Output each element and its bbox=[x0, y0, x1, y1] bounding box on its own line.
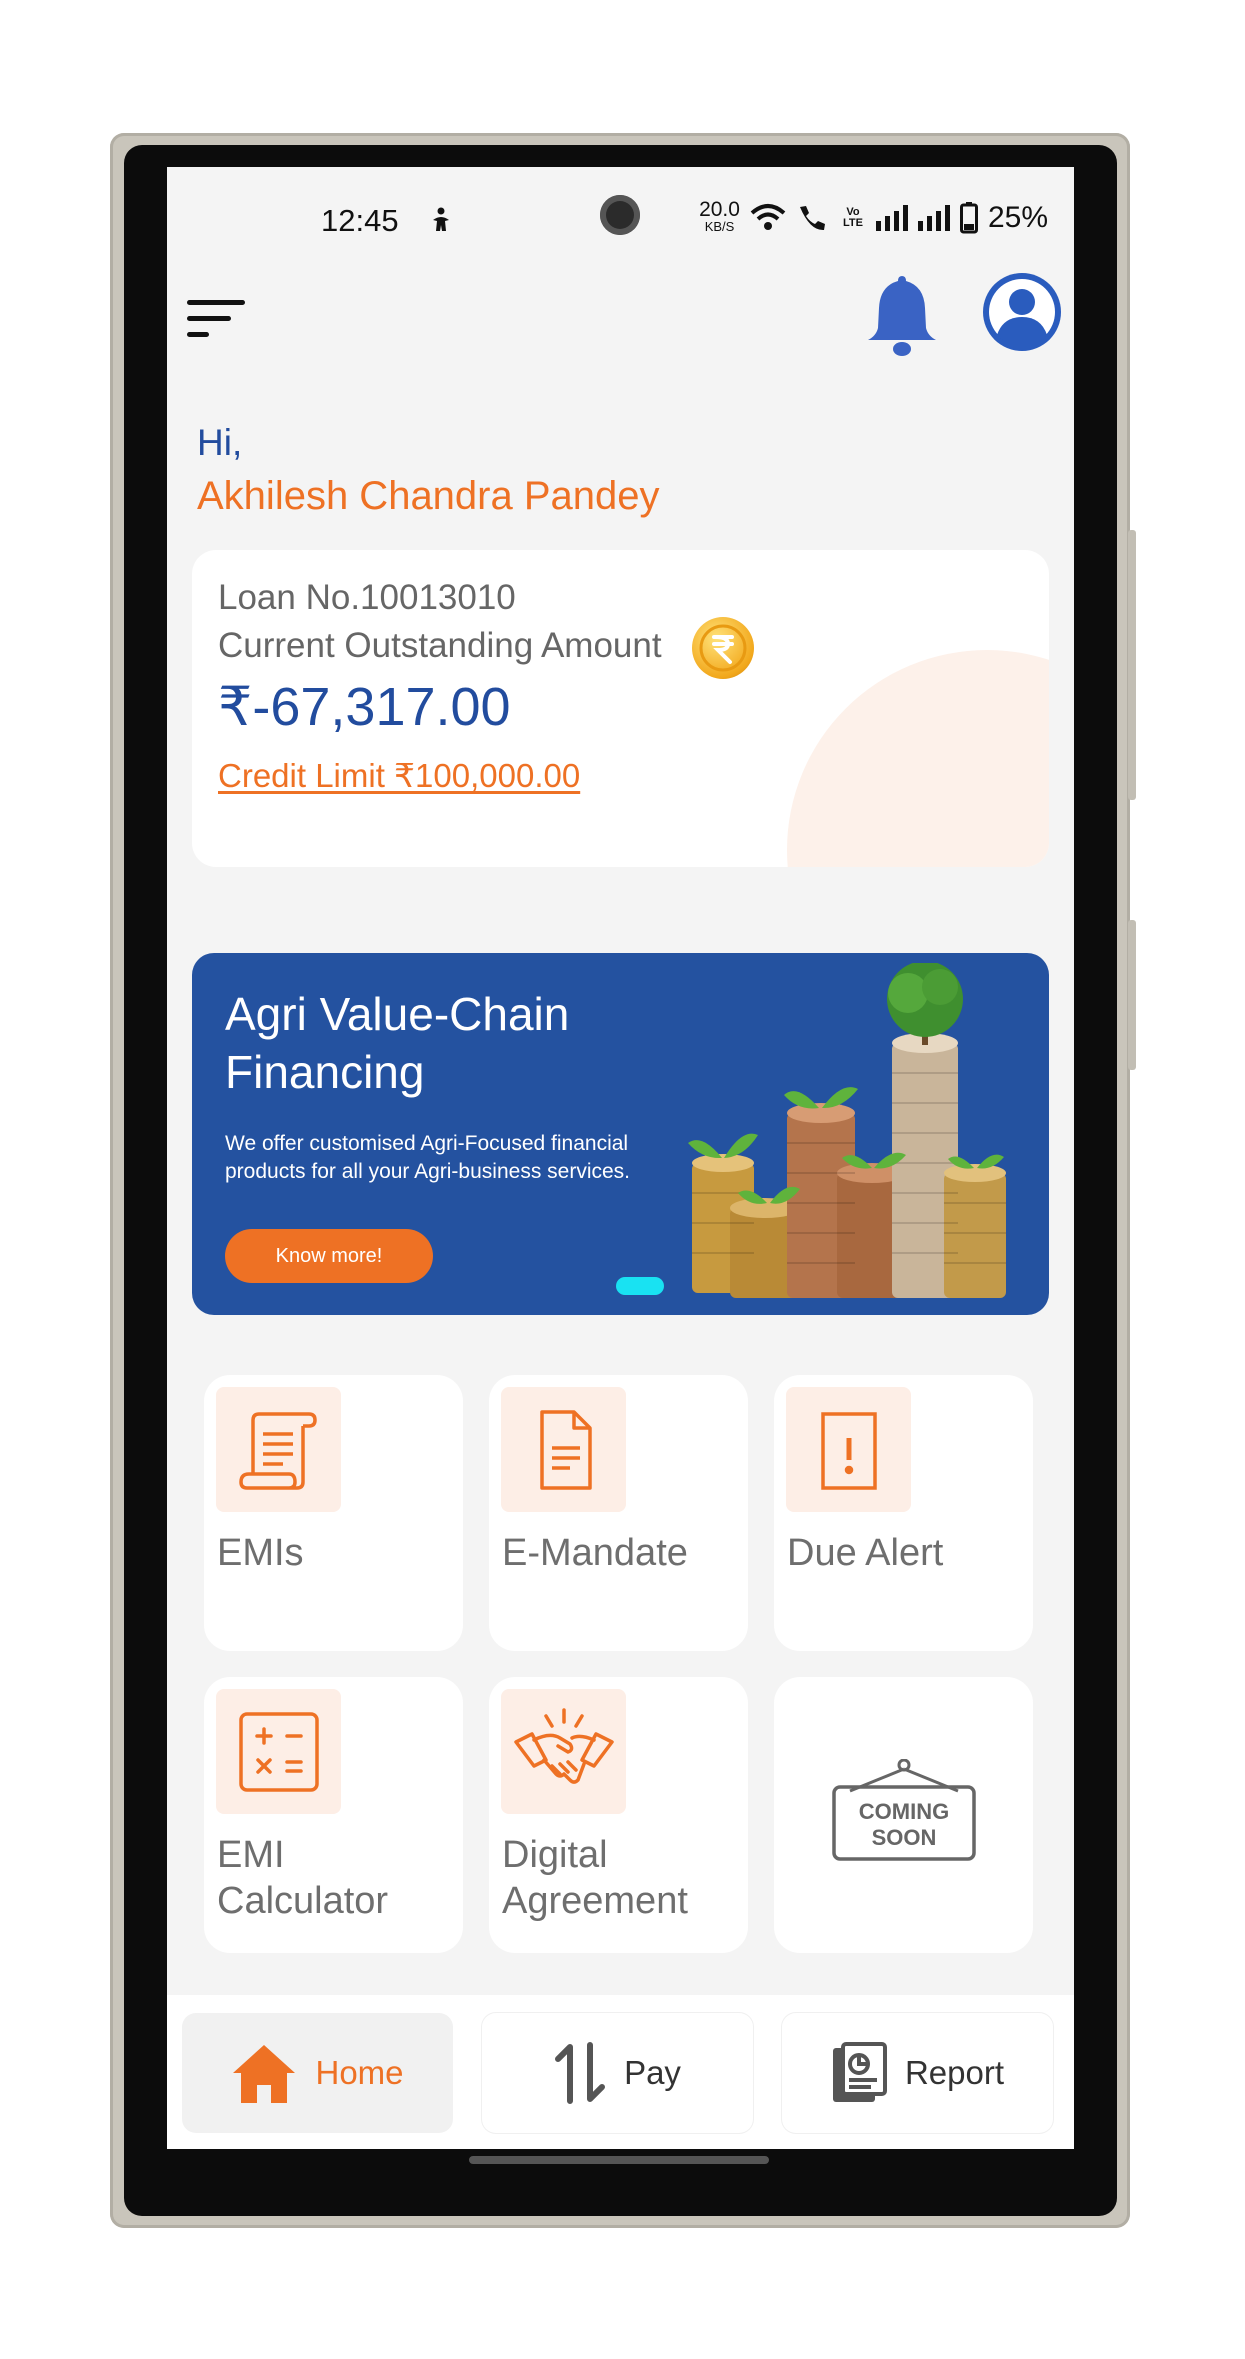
know-more-button[interactable]: Know more! bbox=[225, 1229, 433, 1283]
tile-emis[interactable]: EMIs bbox=[204, 1375, 463, 1651]
home-indicator[interactable] bbox=[469, 2156, 769, 2164]
app-screen: 12:45 20.0 KB/S Vo LTE 25% Hi, Akhilesh … bbox=[167, 167, 1074, 2149]
promo-banner[interactable]: Agri Value-Chain Financing We offer cust… bbox=[192, 953, 1049, 1315]
menu-icon-line bbox=[187, 332, 209, 337]
signal-icon-2 bbox=[917, 205, 950, 231]
tile-emi-calculator[interactable]: EMI Calculator bbox=[204, 1677, 463, 1953]
greeting-hi: Hi, bbox=[197, 422, 243, 463]
accessibility-icon bbox=[433, 207, 449, 231]
nav-home[interactable]: Home bbox=[182, 2013, 453, 2133]
net-speed: 20.0 KB/S bbox=[699, 198, 740, 235]
status-bar: 12:45 20.0 KB/S Vo LTE 25% bbox=[167, 167, 1074, 272]
bottom-navigation: Home Pay Report bbox=[167, 1995, 1074, 2149]
coin-stack bbox=[944, 1164, 1006, 1298]
net-speed-unit: KB/S bbox=[704, 219, 735, 234]
front-camera bbox=[600, 195, 640, 235]
banner-title: Agri Value-Chain Financing bbox=[225, 988, 570, 1098]
status-icons: 20.0 KB/S Vo LTE 25% bbox=[699, 198, 1048, 235]
nav-pay-label: Pay bbox=[624, 2054, 681, 2091]
tile-icon-bg bbox=[216, 1689, 341, 1814]
scroll-document-icon bbox=[238, 1411, 317, 1490]
alert-document-icon bbox=[820, 1411, 877, 1490]
coming-soon-sign-icon: COMING SOON bbox=[832, 1759, 976, 1861]
calculator-icon bbox=[238, 1711, 319, 1792]
status-time: 12:45 bbox=[321, 203, 399, 238]
coming-soon-text: SOON bbox=[872, 1825, 937, 1850]
nav-home-label: Home bbox=[315, 2054, 404, 2091]
rupee-symbol bbox=[699, 624, 747, 672]
carousel-indicator[interactable] bbox=[616, 1277, 664, 1295]
battery-level: 25% bbox=[987, 201, 1048, 234]
nav-pay[interactable]: Pay bbox=[482, 2013, 753, 2133]
tile-icon-bg bbox=[786, 1387, 911, 1512]
profile-avatar-button[interactable] bbox=[983, 273, 1061, 351]
customer-name: Akhilesh Chandra Pandey bbox=[197, 474, 660, 518]
outstanding-amount: ₹-67,317.00 bbox=[218, 677, 511, 737]
net-speed-value: 20.0 bbox=[699, 198, 740, 221]
loan-summary-card[interactable]: Loan No.10013010 Current Outstanding Amo… bbox=[192, 550, 1049, 867]
tree bbox=[887, 963, 963, 1045]
tile-e-mandate[interactable]: E-Mandate bbox=[489, 1375, 748, 1651]
volume-button bbox=[1128, 920, 1136, 1070]
bell-icon[interactable] bbox=[862, 270, 942, 360]
tile-label: Digital Agreement bbox=[502, 1834, 688, 1922]
tile-label: EMI Calculator bbox=[217, 1834, 389, 1922]
document-icon bbox=[539, 1409, 592, 1490]
tile-icon-bg bbox=[501, 1689, 626, 1814]
card-decoration bbox=[787, 650, 1049, 867]
loan-number: Loan No.10013010 bbox=[218, 578, 516, 617]
tile-digital-agreement[interactable]: Digital Agreement bbox=[489, 1677, 748, 1953]
nav-report[interactable]: Report bbox=[782, 2013, 1053, 2133]
tile-due-alert[interactable]: Due Alert bbox=[774, 1375, 1033, 1651]
user-avatar-icon bbox=[989, 279, 1055, 347]
menu-button[interactable] bbox=[187, 292, 257, 352]
transfer-arrows-icon bbox=[555, 2042, 606, 2104]
banner-description: We offer customised Agri-Focused financi… bbox=[225, 1132, 630, 1183]
menu-icon-line bbox=[187, 316, 231, 321]
wifi-calling-icon bbox=[799, 206, 825, 231]
tile-label: EMIs bbox=[217, 1532, 304, 1574]
outstanding-label: Current Outstanding Amount bbox=[218, 626, 662, 665]
coin-stacks-plant-illustration bbox=[688, 963, 1006, 1298]
tile-icon-bg bbox=[216, 1387, 341, 1512]
tile-coming-soon: COMING SOON bbox=[774, 1677, 1033, 1953]
home-icon bbox=[233, 2045, 296, 2103]
power-button bbox=[1128, 530, 1136, 800]
tile-label: Due Alert bbox=[787, 1532, 944, 1574]
nav-report-label: Report bbox=[904, 2054, 1005, 2091]
tile-label: E-Mandate bbox=[502, 1532, 688, 1574]
battery-icon bbox=[959, 202, 978, 234]
wifi-icon bbox=[750, 204, 786, 230]
rupee-coin-icon bbox=[692, 617, 754, 679]
credit-limit-link[interactable]: Credit Limit ₹100,000.00 bbox=[218, 756, 580, 795]
volte-badge: Vo LTE bbox=[842, 206, 863, 229]
menu-icon-line bbox=[187, 300, 245, 305]
signal-icon-1 bbox=[875, 205, 908, 231]
coming-soon-text: COMING bbox=[859, 1799, 949, 1824]
report-icon bbox=[832, 2042, 887, 2102]
tile-icon-bg bbox=[501, 1387, 626, 1512]
handshake-icon bbox=[513, 1707, 614, 1784]
